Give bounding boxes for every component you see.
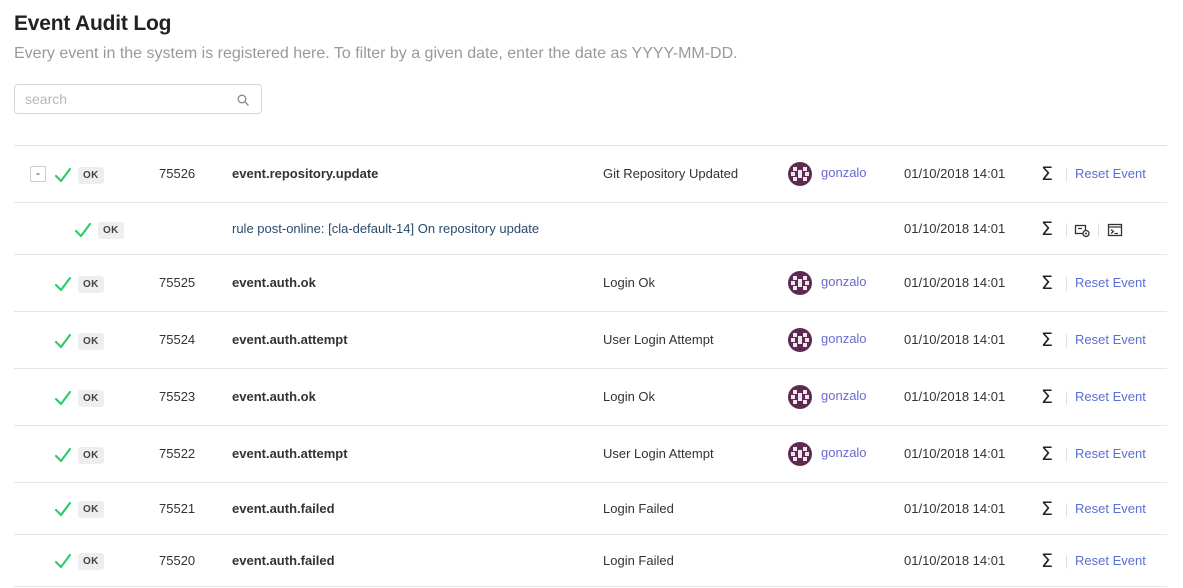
divider [1066,448,1067,462]
divider [1066,555,1067,569]
status-badge: OK [78,167,104,184]
search-box [14,84,262,114]
event-date: 01/10/2018 14:01 [904,501,1006,516]
event-name: event.auth.attempt [232,332,348,347]
sigma-icon[interactable]: Σ [1041,220,1053,239]
avatar [788,385,812,409]
checkmark-icon [54,390,72,406]
event-name: event.auth.ok [232,389,316,404]
sigma-icon[interactable]: Σ [1041,165,1053,184]
table-row: OK 75520 event.auth.failed Login Failed … [14,535,1167,587]
event-description: Login Failed [603,501,674,516]
event-id: 75525 [159,275,196,290]
table-row: - OK 75526 event.repository.update Git R… [14,146,1167,203]
checkmark-icon [54,501,72,517]
user-link[interactable]: gonzalo [821,445,867,460]
event-id: 75520 [159,553,196,568]
collapse-toggle-button[interactable]: - [30,166,46,182]
avatar [788,162,812,186]
checkmark-icon [74,222,92,238]
user-link[interactable]: gonzalo [821,274,867,289]
event-name: event.auth.attempt [232,446,348,461]
checkmark-icon [54,167,72,183]
user-link[interactable]: gonzalo [821,331,867,346]
event-date: 01/10/2018 14:01 [904,553,1006,568]
event-date: 01/10/2018 14:01 [904,332,1006,347]
event-name: event.auth.failed [232,553,335,568]
table-row: OK 75525 event.auth.ok Login Ok gonzalo … [14,255,1167,312]
status-badge: OK [78,333,104,350]
event-id: 75526 [159,166,196,181]
table-row: OK 75524 event.auth.attempt User Login A… [14,312,1167,369]
event-description: User Login Attempt [603,446,714,461]
user-link[interactable]: gonzalo [821,165,867,180]
reset-event-link[interactable]: Reset Event [1075,553,1146,568]
event-description: Git Repository Updated [603,166,739,181]
event-name: event.repository.update [232,166,379,181]
sigma-icon[interactable]: Σ [1041,388,1053,407]
search-icon[interactable] [237,94,249,106]
divider [1066,391,1067,405]
reset-event-link[interactable]: Reset Event [1075,275,1146,290]
reset-event-link[interactable]: Reset Event [1075,446,1146,461]
event-date: 01/10/2018 14:01 [904,446,1006,461]
table-row: OK 75521 event.auth.failed Login Failed … [14,483,1167,535]
divider [1098,223,1099,237]
divider [1066,168,1067,182]
avatar [788,328,812,352]
divider [1066,277,1067,291]
event-table: - OK 75526 event.repository.update Git R… [14,145,1167,587]
reset-event-link[interactable]: Reset Event [1075,389,1146,404]
status-badge: OK [98,222,124,239]
event-name: event.auth.failed [232,501,335,516]
sigma-icon[interactable]: Σ [1041,274,1053,293]
search-input[interactable] [25,91,225,107]
sigma-icon[interactable]: Σ [1041,445,1053,464]
status-badge: OK [78,553,104,570]
divider [1066,334,1067,348]
event-name: event.auth.ok [232,275,316,290]
reset-event-link[interactable]: Reset Event [1075,501,1146,516]
status-badge: OK [78,276,104,293]
sigma-icon[interactable]: Σ [1041,331,1053,350]
status-badge: OK [78,501,104,518]
sigma-icon[interactable]: Σ [1041,552,1053,571]
event-date: 01/10/2018 14:01 [904,389,1006,404]
reset-event-link[interactable]: Reset Event [1075,332,1146,347]
avatar [788,442,812,466]
event-date: 01/10/2018 14:01 [904,221,1006,236]
event-date: 01/10/2018 14:01 [904,275,1006,290]
event-description: Login Ok [603,389,656,404]
page-subtitle: Every event in the system is registered … [14,45,738,62]
event-id: 75522 [159,446,196,461]
reset-event-link[interactable]: Reset Event [1075,166,1146,181]
checkmark-icon [54,276,72,292]
page-title: Event Audit Log [14,12,172,35]
rule-description: rule post-online: [cla-default-14] On re… [232,221,540,236]
status-badge: OK [78,447,104,464]
event-id: 75521 [159,501,196,516]
event-description: Login Failed [603,553,674,568]
checkmark-icon [54,447,72,463]
divider [1066,223,1067,237]
avatar [788,271,812,295]
status-badge: OK [78,390,104,407]
event-date: 01/10/2018 14:01 [904,166,1006,181]
table-row: OK 75522 event.auth.attempt User Login A… [14,426,1167,483]
event-id: 75524 [159,332,196,347]
checkmark-icon [54,333,72,349]
user-link[interactable]: gonzalo [821,388,867,403]
terminal-icon[interactable] [1107,222,1123,238]
event-id: 75523 [159,389,196,404]
checkmark-icon [54,553,72,569]
table-row-rule: OK rule post-online: [cla-default-14] On… [14,203,1167,255]
event-description: User Login Attempt [603,332,714,347]
event-description: Login Ok [603,275,656,290]
table-row: OK 75523 event.auth.ok Login Ok gonzalo … [14,369,1167,426]
rule-icon[interactable] [1074,222,1090,238]
sigma-icon[interactable]: Σ [1041,500,1053,519]
divider [1066,503,1067,517]
